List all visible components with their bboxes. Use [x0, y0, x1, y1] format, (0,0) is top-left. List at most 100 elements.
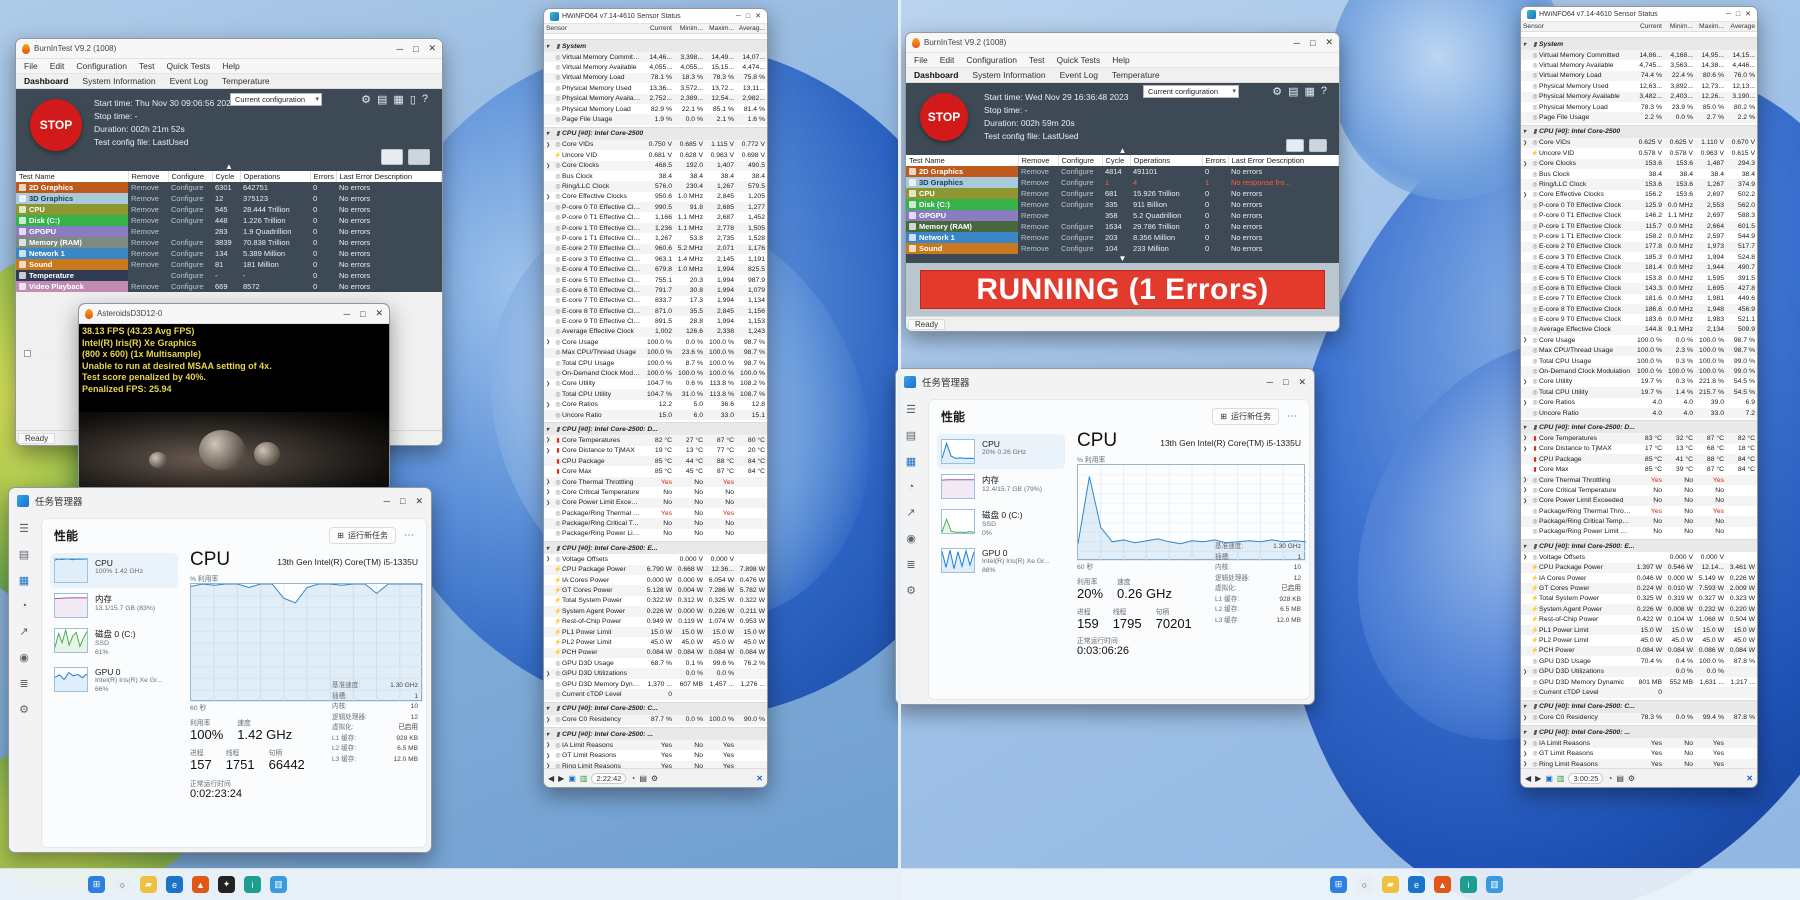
sensor-row[interactable]: ◎E-core 6 T0 Effective Clock143.30.0 MHz… [1521, 283, 1757, 293]
sensor-row[interactable]: ◎Virtual Memory Load78.1 %18.3 %78.3 %75… [544, 73, 767, 83]
column-header-averag[interactable]: Averag... [734, 25, 765, 32]
collapse-right-icon[interactable]: ▶ [558, 774, 564, 783]
sensor-row[interactable]: ◎Virtual Memory Committed14,46...3,398..… [544, 52, 767, 62]
sensor-section-header[interactable]: ▾▮CPU [#0]: Intel Core-2500: D... [544, 422, 767, 435]
row-expand-icon[interactable]: ❯ [546, 448, 554, 454]
row-expand-icon[interactable]: ❯ [1523, 446, 1531, 452]
view-errors-checkbox[interactable] [24, 350, 31, 357]
configure-cell[interactable]: Configure [168, 182, 212, 193]
close-button[interactable]: ✕ [415, 496, 423, 507]
hamburger-menu-icon[interactable]: ☰ [19, 522, 29, 535]
row-expand-icon[interactable]: ❯ [1523, 379, 1531, 385]
remove-cell[interactable]: Remove [1018, 166, 1058, 177]
test-row-sound[interactable]: SoundRemoveConfigure81181 Million0No err… [16, 259, 442, 270]
row-expand-icon[interactable]: ❯ [1523, 498, 1531, 504]
sensor-row[interactable]: ❯◎Core Usage100.0 %0.0 %100.0 %98.7 % [1521, 335, 1757, 345]
maximize-button[interactable]: □ [1310, 38, 1315, 48]
sensor-row[interactable]: ❯◎Core Power Limit ExceededNoNoNo [1521, 496, 1757, 506]
menu-item-quick-tests[interactable]: Quick Tests [167, 61, 211, 71]
sensor-row[interactable]: ❯◎Core Critical TemperatureNoNoNo [544, 487, 767, 497]
search-icon[interactable]: ○ [1356, 876, 1373, 893]
stop-button[interactable]: STOP [920, 93, 968, 141]
column-header[interactable]: Operations [240, 171, 310, 182]
row-expand-icon[interactable]: ❯ [546, 717, 554, 723]
sidebar-item-gpu-0[interactable]: GPU 0Intel(R) Iris(R) Xe Gr...88% [937, 543, 1065, 580]
sensor-row[interactable]: ❯◎IA Limit ReasonsYesNoYes [1521, 738, 1757, 748]
maximize-button[interactable]: □ [413, 44, 418, 54]
test-row-cpu[interactable]: CPURemoveConfigure54528.444 Trillion0No … [16, 204, 442, 215]
run-new-task-button[interactable]: ⊞运行新任务 [329, 527, 396, 544]
save-icon[interactable]: ▤ [1616, 774, 1624, 783]
sensor-row[interactable]: ◎E-core 8 T0 Effective Clock871.035.52,8… [544, 306, 767, 316]
tab-dashboard[interactable]: Dashboard [914, 70, 958, 80]
hwinfo-icon[interactable]: i [244, 876, 261, 893]
test-row-cpu[interactable]: CPURemoveConfigure68115.926 Trillion0No … [906, 188, 1339, 199]
menu-item-edit[interactable]: Edit [940, 55, 955, 65]
sensor-row[interactable]: ◎Virtual Memory Committed14,86...4,168..… [1521, 50, 1757, 60]
graph-icon[interactable]: ▥ [1557, 774, 1565, 783]
close-button[interactable]: ✕ [1298, 377, 1306, 388]
taskman-titlebar[interactable]: 任务管理器 ─□✕ [9, 488, 431, 514]
sidebar-item--[interactable]: 内存13.1/15.7 GB (83%) [50, 588, 178, 623]
row-expand-icon[interactable]: ❯ [1523, 140, 1531, 146]
sidebar-item-cpu[interactable]: CPU20% 0.26 GHz [937, 434, 1065, 469]
menu-item-file[interactable]: File [914, 55, 928, 65]
section-expand-icon[interactable]: ▾ [546, 130, 554, 137]
sensor-row[interactable]: ◎P-core 1 T1 Effective Clock1,26753.82,7… [544, 233, 767, 243]
column-header-minim[interactable]: Minim... [672, 25, 703, 32]
sensor-row[interactable]: ⚡Uncore VID0.681 V0.628 V0.963 V0.698 V [544, 150, 767, 160]
configure-cell[interactable]: Configure [1058, 243, 1102, 254]
configuration-combo[interactable]: Current configuration [230, 93, 322, 106]
remove-cell[interactable]: Remove [128, 204, 168, 215]
sensor-row[interactable]: ▮CPU Package85 °C44 °C88 °C84 °C [544, 456, 767, 466]
row-expand-icon[interactable]: ❯ [546, 437, 554, 443]
column-header-current[interactable]: Current [1631, 23, 1662, 30]
section-expand-icon[interactable]: ▾ [546, 705, 554, 712]
sidebar-item--[interactable]: 内存12.4/15.7 GB (79%) [937, 469, 1065, 504]
test-row-3d-graphics[interactable]: 3D GraphicsRemoveConfigure123751230No er… [16, 193, 442, 204]
sensor-row[interactable]: ◎Max CPU/Thread Usage100.0 %23.6 %100.0 … [544, 348, 767, 358]
sensor-row[interactable]: ⚡PL2 Power Limit45.0 W45.0 W45.0 W45.0 W [1521, 635, 1757, 645]
burnintest-titlebar[interactable]: BurnInTest V9.2 (1008) ─□✕ [16, 39, 442, 59]
report-icon[interactable]: ▯ [410, 93, 416, 106]
startup-icon[interactable]: ↗ [19, 625, 28, 638]
monitor-icon[interactable]: ▣ [568, 774, 576, 783]
configure-cell[interactable]: Configure [168, 215, 212, 226]
menu-item-help[interactable]: Help [1112, 55, 1129, 65]
sensor-row[interactable]: ❯◎Ring Limit ReasonsYesNoYes [1521, 759, 1757, 768]
settings-gear-icon[interactable]: ⚙ [651, 774, 658, 783]
sensor-row[interactable]: ❯◎GT Limit ReasonsYesNoYes [1521, 748, 1757, 758]
sidebar-item--0-c-[interactable]: 磁盘 0 (C:)SSD61% [50, 623, 178, 662]
sensor-row[interactable]: ⚡Rest-of-Chip Power0.949 W0.119 W1.074 W… [544, 617, 767, 627]
sensor-section-header[interactable]: ▾▮CPU [#0]: Intel Core-2500: ... [544, 727, 767, 740]
sensor-row[interactable]: ❯◎Core Effective Clocks156.2153.62,69750… [1521, 190, 1757, 200]
row-expand-icon[interactable]: ❯ [546, 671, 554, 677]
row-expand-icon[interactable]: ❯ [546, 339, 554, 345]
sensor-row[interactable]: ⚡PL1 Power Limit15.0 W15.0 W15.0 W15.0 W [1521, 625, 1757, 635]
sensor-row[interactable]: ◎P-core 0 T0 Effective Clock125.90.0 MHz… [1521, 200, 1757, 210]
edge-icon[interactable]: e [1408, 876, 1425, 893]
sensor-row[interactable]: ⚡System Agent Power0.226 W0.000 W0.226 W… [544, 606, 767, 616]
sensor-row[interactable]: ⚡GT Cores Power0.224 W0.010 W7.593 W2.00… [1521, 583, 1757, 593]
search-icon[interactable]: ○ [114, 876, 131, 893]
sensor-row[interactable]: ◎Average Effective Clock144.89.1 MHz2,13… [1521, 325, 1757, 335]
remove-cell[interactable]: Remove [128, 193, 168, 204]
configure-cell[interactable]: Configure [1058, 232, 1102, 243]
sensor-section-header[interactable]: ▾▮CPU [#0]: Intel Core-2500: E... [544, 541, 767, 554]
scroll-down-arrow[interactable]: ▼ [906, 254, 1339, 263]
sensor-row[interactable]: ❯▮Core Temperatures82 °C27 °C87 °C80 °C [544, 435, 767, 445]
sensor-row[interactable]: ◎E-core 9 T0 Effective Clock183.60.0 MHz… [1521, 314, 1757, 324]
column-header[interactable]: Last Error Description [336, 171, 442, 182]
column-header[interactable]: Cycle [212, 171, 240, 182]
row-expand-icon[interactable]: ❯ [546, 163, 554, 169]
sensor-row[interactable]: ❯◎Core Effective Clocks950.61.0 MHz2,845… [544, 192, 767, 202]
sensor-section-header[interactable]: ▾▮CPU [#0]: Intel Core-2500: C... [544, 702, 767, 715]
folder-icon[interactable]: ▰ [1382, 876, 1399, 893]
sensor-row[interactable]: ◎Virtual Memory Available4,055...4,055..… [544, 62, 767, 72]
sensor-row[interactable]: ❯◎Core C0 Residency87.7 %0.0 %100.0 %90.… [544, 715, 767, 725]
row-expand-icon[interactable]: ❯ [1523, 669, 1531, 675]
tab-event-log[interactable]: Event Log [170, 76, 208, 86]
sensor-row[interactable]: ◎Physical Memory Available2,752...2,389.… [544, 94, 767, 104]
print-icon[interactable]: ▦ [393, 93, 403, 106]
close-button[interactable]: ✕ [375, 308, 383, 319]
